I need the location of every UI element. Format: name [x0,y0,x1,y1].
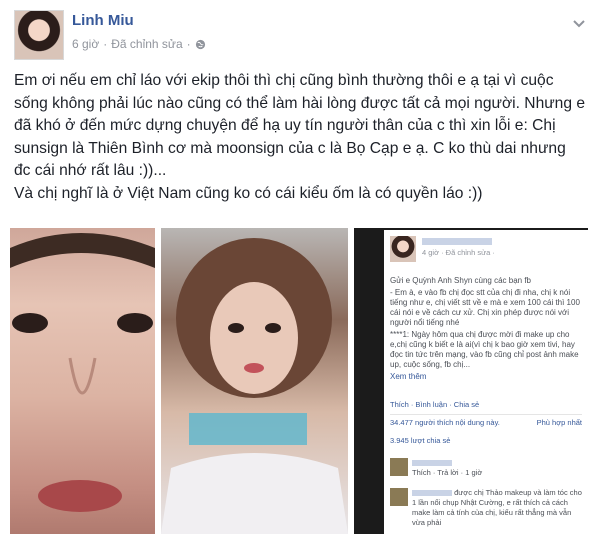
facebook-post: Linh Miu 6 giờ · Đã chỉnh sửa · Em ơi nế… [0,0,600,538]
edited-label[interactable]: Đã chỉnh sửa [111,37,182,51]
meta-separator-2: · [186,37,191,51]
embedded-sort: Phù hợp nhất [536,418,582,427]
embedded-text: Gửi e Quỳnh Anh Shyn cùng các bạn fb - E… [390,276,580,384]
embedded-avatar [390,236,416,262]
post-paragraph-1: Em ơi nếu em chỉ láo với ekip thôi thì c… [14,72,586,179]
embedded-actions: Thích · Bình luận · Chia sẻ [390,400,480,409]
embedded-post: 4 giờ · Đã chỉnh sửa · Gửi e Quỳnh Anh S… [384,230,588,534]
photo-facebook-screenshot[interactable]: 4 giờ · Đã chỉnh sửa · Gửi e Quỳnh Anh S… [354,228,588,534]
author-name[interactable]: Linh Miu [72,12,134,29]
comment-avatar [390,458,408,476]
post-text: Em ơi nếu em chỉ láo với ekip thôi thì c… [14,70,586,205]
embedded-likes: 34.477 người thích nội dung này. [390,418,500,427]
embedded-name-blurred [422,238,492,245]
photo-bride-portrait[interactable] [161,228,348,534]
post-time[interactable]: 6 giờ [72,37,99,51]
meta-separator: · [103,37,108,51]
globe-icon[interactable] [195,39,206,50]
post-paragraph-2: Và chị nghĩ là ở Việt Nam cũng ko có cái… [14,184,483,202]
embedded-line: - Em à, e vào fb chị đọc stt của chị đi … [390,288,580,327]
embedded-see-more: Xem thêm [390,372,427,381]
embedded-meta: 4 giờ · Đã chỉnh sửa · [422,248,495,257]
comment-actions: Thích · Trả lời · 1 giờ [412,468,483,477]
comment-avatar [390,488,408,506]
embedded-line: Gửi e Quỳnh Anh Shyn cùng các bạn fb [390,276,531,285]
blurred-text-overlay [189,413,307,445]
chevron-down-icon[interactable] [572,16,586,28]
embedded-line: ****1: Ngày hôm qua chị được mời đi make… [390,330,579,369]
photo-closeup-face[interactable] [10,228,155,534]
photo-grid: 4 giờ · Đã chỉnh sửa · Gửi e Quỳnh Anh S… [10,228,588,534]
embedded-shares: 3.945 lượt chia sẻ [390,436,451,445]
avatar[interactable] [14,10,64,60]
embedded-stats: 34.477 người thích nội dung này. Phù hợp… [390,414,582,428]
post-meta: 6 giờ · Đã chỉnh sửa · [72,37,206,51]
